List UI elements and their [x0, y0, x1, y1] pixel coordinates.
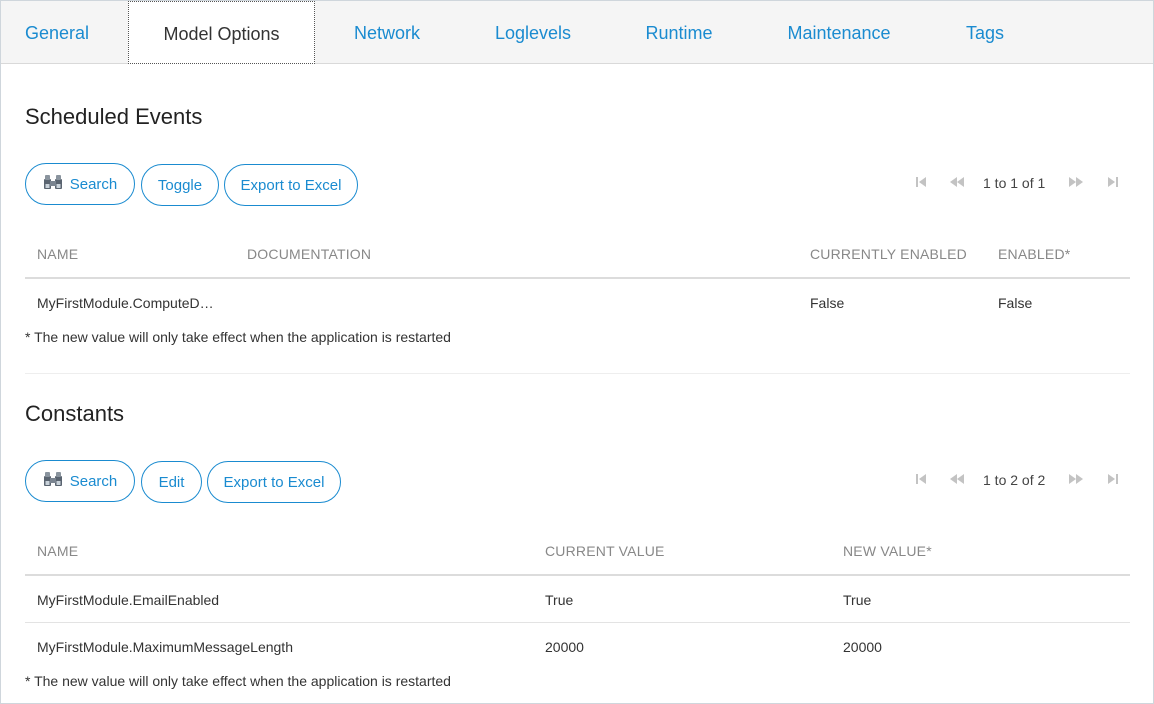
column-header-new-value[interactable]: NEW VALUE* — [843, 543, 932, 559]
previous-page-icon[interactable] — [949, 471, 965, 487]
toggle-button[interactable]: Toggle — [141, 164, 219, 206]
first-page-icon[interactable] — [913, 174, 929, 190]
app-frame: General Model Options Network Loglevels … — [0, 0, 1154, 704]
constants-search-label: Search — [69, 472, 118, 490]
last-page-icon[interactable] — [1105, 471, 1121, 487]
table-header-divider — [25, 277, 1130, 279]
event-currently-enabled-cell: False — [810, 295, 845, 311]
column-header-documentation[interactable]: DOCUMENTATION — [247, 246, 371, 262]
tab-bar: General Model Options Network Loglevels … — [1, 1, 1153, 64]
tab-runtime[interactable]: Runtime — [623, 1, 735, 63]
constant-name-cell: MyFirstModule.EmailEnabled — [37, 592, 220, 608]
binoculars-icon — [43, 174, 63, 194]
constants-export-button[interactable]: Export to Excel — [207, 461, 341, 503]
scheduled-pager: 1 to 1 of 1 — [913, 174, 1123, 194]
constant-name-cell: MyFirstModule.MaximumMessageLength — [37, 639, 293, 655]
last-page-icon[interactable] — [1105, 174, 1121, 190]
tab-loglevels[interactable]: Loglevels — [477, 1, 589, 63]
constants-title: Constants — [25, 401, 125, 426]
edit-button[interactable]: Edit — [141, 461, 202, 503]
scheduled-search-label: Search — [69, 175, 118, 193]
constant-new-value-cell: 20000 — [843, 639, 882, 655]
constants-pager: 1 to 2 of 2 — [913, 471, 1123, 491]
next-page-icon[interactable] — [1068, 471, 1084, 487]
tab-tags[interactable]: Tags — [929, 1, 1041, 63]
column-header-name[interactable]: NAME — [37, 543, 78, 559]
event-enabled-cell: False — [998, 295, 1033, 311]
section-divider — [25, 373, 1130, 374]
scheduled-pager-text: 1 to 1 of 1 — [983, 175, 1046, 191]
column-header-enabled[interactable]: ENABLED* — [998, 246, 1070, 262]
constants-restart-note: * The new value will only take effect wh… — [25, 673, 451, 689]
previous-page-icon[interactable] — [949, 174, 965, 190]
constant-current-value-cell: 20000 — [545, 639, 584, 655]
row-divider — [25, 622, 1130, 623]
constants-pager-text: 1 to 2 of 2 — [983, 472, 1046, 488]
column-header-name[interactable]: NAME — [37, 246, 78, 262]
binoculars-icon — [43, 471, 63, 491]
constant-new-value-cell: True — [843, 592, 872, 608]
constants-search-button[interactable]: Search — [25, 460, 135, 502]
first-page-icon[interactable] — [913, 471, 929, 487]
next-page-icon[interactable] — [1068, 174, 1084, 190]
tab-network[interactable]: Network — [331, 1, 443, 63]
scheduled-search-button[interactable]: Search — [25, 163, 135, 205]
event-name-cell: MyFirstModule.ComputeD… — [37, 295, 214, 311]
column-header-currently-enabled[interactable]: CURRENTLY ENABLED — [810, 246, 967, 262]
tab-maintenance[interactable]: Maintenance — [774, 1, 904, 63]
scheduled-export-button[interactable]: Export to Excel — [224, 164, 358, 206]
tab-model-options[interactable]: Model Options — [128, 1, 315, 64]
table-header-divider — [25, 574, 1130, 576]
tab-general[interactable]: General — [1, 1, 113, 63]
constant-current-value-cell: True — [545, 592, 574, 608]
scheduled-events-title: Scheduled Events — [25, 104, 203, 129]
column-header-current-value[interactable]: CURRENT VALUE — [545, 543, 665, 559]
scheduled-restart-note: * The new value will only take effect wh… — [25, 329, 451, 345]
